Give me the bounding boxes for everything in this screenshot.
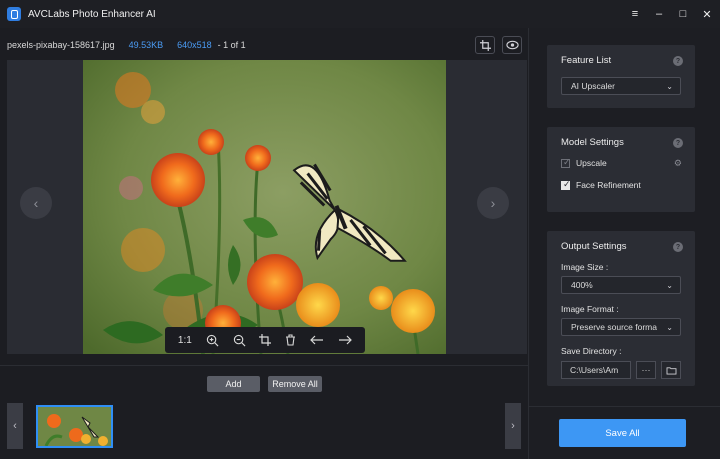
next-image-button[interactable]: › [477,187,509,219]
help-icon[interactable]: ? [673,56,683,66]
actual-size-button[interactable]: 1:1 [178,335,192,346]
close-icon[interactable]: ✕ [702,9,712,21]
chevron-down-icon: ⌄ [666,323,673,332]
crop-icon [479,39,491,51]
settings-panel: Feature List ? AI Upscaler ⌄ Model Setti… [529,28,720,459]
chevron-down-icon: ⌄ [666,281,673,290]
trash-icon[interactable] [285,334,296,346]
crop-toggle-button[interactable] [475,36,495,54]
zoom-toolbar: 1:1 [165,327,365,353]
help-icon[interactable]: ? [673,138,683,148]
crop-icon[interactable] [259,334,272,346]
divider [529,406,720,407]
strip-scroll-right-button[interactable]: › [505,403,521,449]
chevron-right-icon: › [511,420,515,432]
menu-icon[interactable]: ≡ [630,8,640,20]
model-settings-title: Model Settings [561,137,624,148]
save-directory-input[interactable]: C:\Users\Am [561,361,631,379]
checkbox-icon: ✓ [561,178,571,190]
arrow-left-icon[interactable] [310,335,324,345]
app-title: AVCLabs Photo Enhancer AI [28,8,156,20]
face-refinement-checkbox[interactable]: ✓ Face Refinement [561,178,641,190]
image-size-label: Image Size : [561,262,609,272]
output-settings-title: Output Settings [561,241,627,252]
zoom-in-icon[interactable] [206,334,219,347]
app-logo-icon [7,7,21,21]
help-icon[interactable]: ? [673,242,683,252]
minimize-icon[interactable]: – [654,8,664,20]
upscale-checkbox[interactable]: ✓ Upscale [561,156,607,168]
image-preview: ‹ › 1:1 [7,60,527,354]
image-size-value: 400% [571,280,593,290]
file-size: 49.53KB [128,40,164,50]
zoom-out-icon[interactable] [233,334,246,347]
image-format-select[interactable]: Preserve source forma ⌄ [561,318,681,336]
thumbnail-strip: ‹ › [0,398,528,459]
thumbnail-selected[interactable] [36,405,113,448]
image-size-select[interactable]: 400% ⌄ [561,276,681,294]
feature-select[interactable]: AI Upscaler ⌄ [561,77,681,95]
upscale-label: Upscale [576,158,607,168]
remove-all-button[interactable]: Remove All [268,376,322,392]
preview-area: pexels-pixabay-158617.jpg 49.53KB 640x51… [0,28,528,459]
image-format-label: Image Format : [561,304,619,314]
face-refinement-label: Face Refinement [576,180,641,190]
feature-select-value: AI Upscaler [571,81,615,91]
strip-scroll-left-button[interactable]: ‹ [7,403,23,449]
output-settings-card: Output Settings ? Image Size : 400% ⌄ Im… [547,231,695,386]
open-folder-button[interactable] [661,361,681,379]
folder-icon [666,366,676,375]
maximize-icon[interactable]: □ [678,8,688,20]
model-settings-card: Model Settings ? ✓ Upscale ⚙ ✓ Face Refi… [547,127,695,212]
title-bar: AVCLabs Photo Enhancer AI ≡ – □ ✕ [0,0,720,28]
file-info: pexels-pixabay-158617.jpg 49.53KB 640x51… [7,40,246,50]
compare-view-button[interactable] [502,36,522,54]
chevron-left-icon: ‹ [13,420,17,432]
butterfly-photo [83,60,446,354]
arrow-right-icon[interactable] [338,335,352,345]
chevron-left-icon: ‹ [33,195,39,211]
checkbox-icon: ✓ [561,156,571,168]
feature-list-title: Feature List [561,55,612,66]
image-format-value: Preserve source forma [571,322,657,332]
add-button[interactable]: Add [207,376,260,392]
previous-image-button[interactable]: ‹ [20,187,52,219]
gear-icon[interactable]: ⚙ [674,158,682,169]
eye-icon [505,40,519,50]
chevron-right-icon: › [490,195,496,211]
divider [0,365,528,366]
file-dimensions: 640x518 [177,40,212,50]
chevron-down-icon: ⌄ [666,82,673,91]
file-index: - 1 of 1 [217,40,246,50]
file-name: pexels-pixabay-158617.jpg [7,40,115,50]
feature-list-card: Feature List ? AI Upscaler ⌄ [547,45,695,108]
save-directory-label: Save Directory : [561,346,622,356]
save-all-button[interactable]: Save All [559,419,686,447]
browse-button[interactable]: ··· [636,361,656,379]
